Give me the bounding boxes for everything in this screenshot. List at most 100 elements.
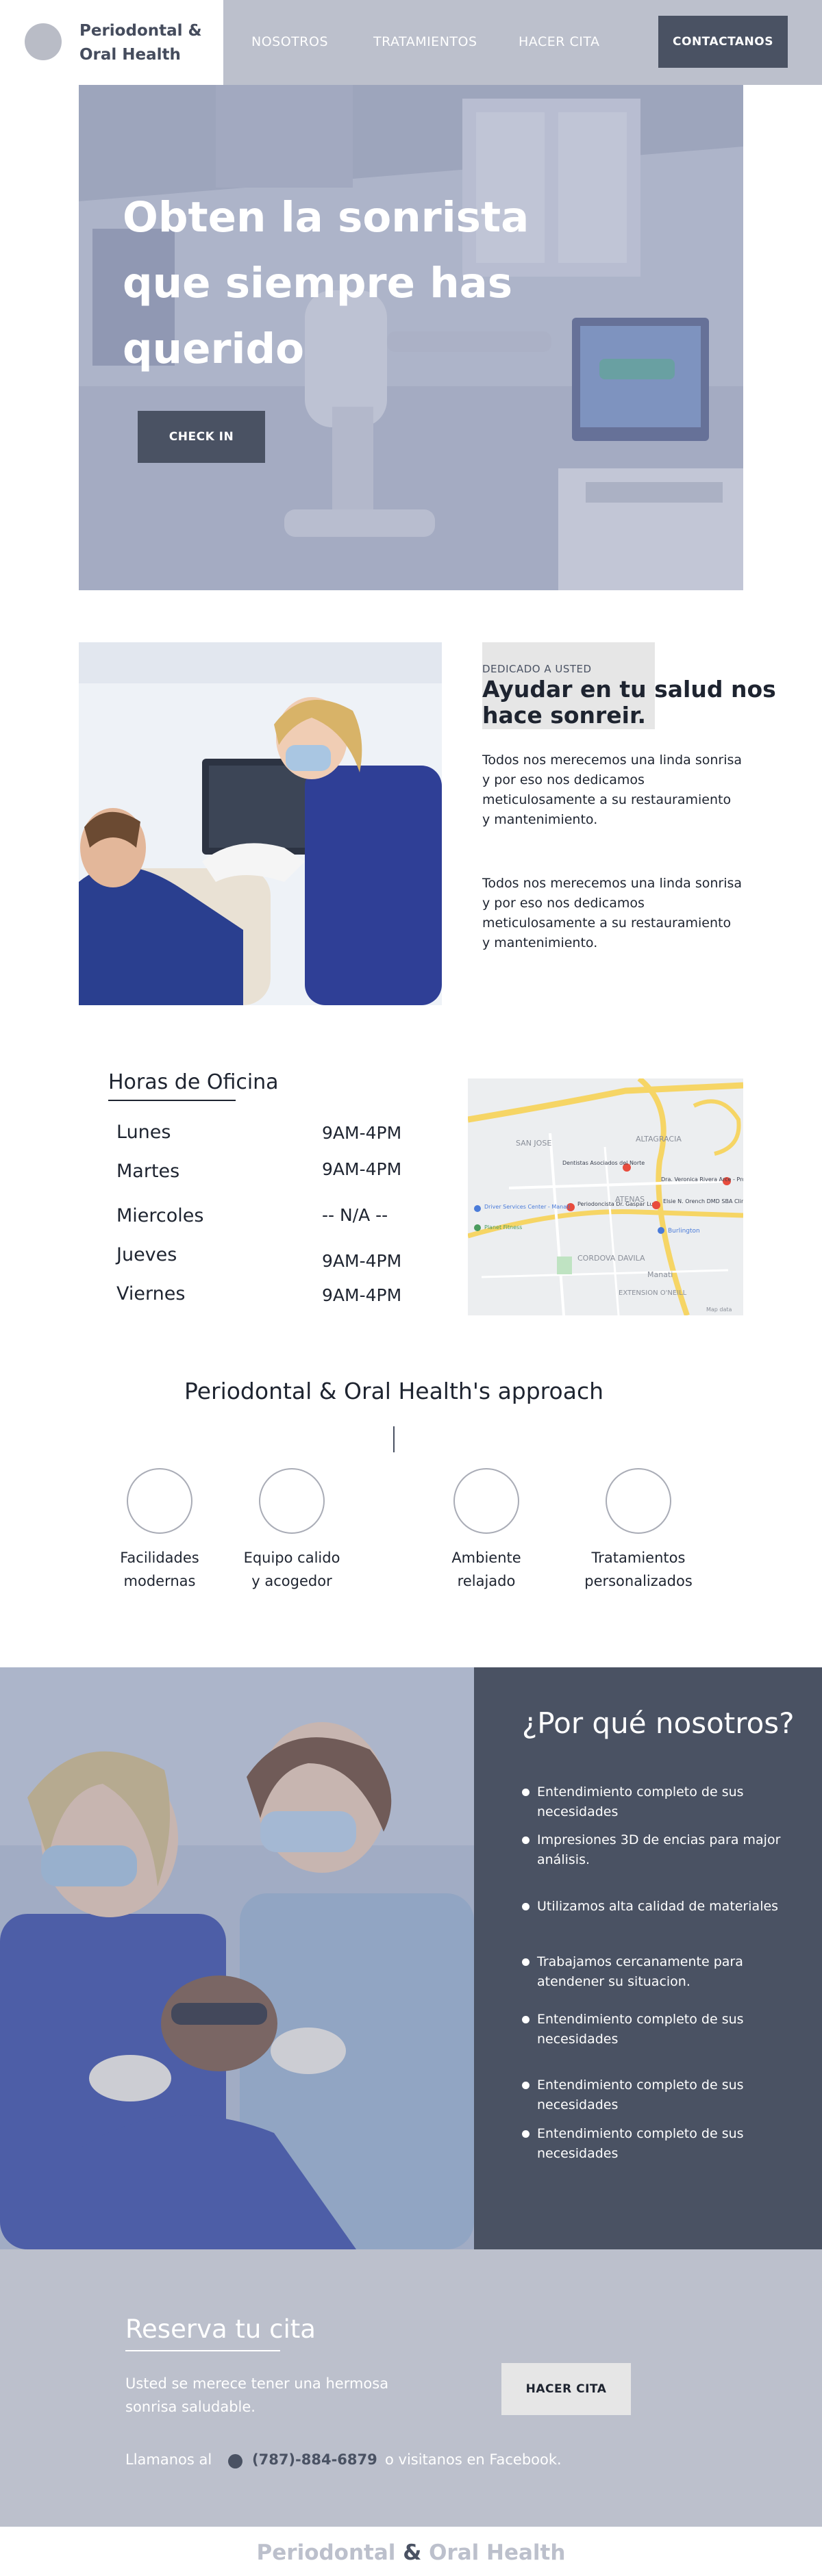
map-place-planet-fitness: Planet Fitness — [484, 1224, 522, 1230]
feature-label-team: Equipo calido y acogedor — [223, 1546, 360, 1593]
dedicated-paragraph-2: Todos nos merecemos una linda sonrisa y … — [482, 876, 743, 950]
time-tuesday: 9AM-4PM — [322, 1159, 402, 1179]
time-monday: 9AM-4PM — [322, 1123, 402, 1143]
footer-brand[interactable]: Periodontal & Oral Health — [0, 2540, 822, 2565]
time-friday: 9AM-4PM — [322, 1285, 402, 1305]
map-label-san-jose: SAN JOSE — [516, 1139, 551, 1148]
feature-icon-ambience — [453, 1468, 519, 1534]
dedicated-title: Ayudar en tu salud nos hace sonreir. — [482, 676, 776, 729]
footer-brand-right: Oral Health — [429, 2540, 566, 2565]
hours-title: Horas de Oficina — [108, 1070, 279, 1094]
map-place-dentistas: Dentistas Asociados del Norte — [562, 1160, 645, 1166]
map-pin-planet-fitness — [474, 1224, 481, 1231]
feature-label-treatments: Tratamientos personalizados — [570, 1546, 707, 1593]
feature-icon-treatments — [606, 1468, 671, 1534]
dentist-photo — [79, 642, 442, 1005]
day-friday: Viernes — [116, 1283, 186, 1304]
map-place-burlington: Burlington — [668, 1228, 700, 1235]
time-thursday: 9AM-4PM — [322, 1251, 402, 1271]
map-place-rivera: Dra. Veronica Rivera Arce - Prostodoncis… — [661, 1176, 743, 1183]
phone-number-link[interactable]: (787)-884-6879 — [252, 2451, 377, 2468]
map-label-manati: Manati — [647, 1270, 673, 1279]
map-label-extension: EXTENSION O'NEILL — [619, 1289, 687, 1297]
hero-title: Obten la sonrista que siempre has querid… — [123, 193, 530, 373]
map-label-cordova: CORDOVA DAVILA — [577, 1254, 645, 1263]
feature-label-treatments-line2: personalizados — [584, 1573, 693, 1589]
why-item-5: Entendimiento completo de sus necesidade… — [522, 2010, 796, 2049]
feature-label-facilities-line2: modernas — [123, 1573, 196, 1589]
nav-hacer-cita[interactable]: HACER CITA — [519, 34, 599, 49]
book-appointment-button[interactable]: HACER CITA — [501, 2363, 631, 2415]
footer-brand-left: Periodontal — [256, 2540, 396, 2565]
footer-brand-amp: & — [403, 2540, 422, 2565]
booking-underline — [125, 2350, 280, 2351]
feature-icon-facilities — [127, 1468, 192, 1534]
bullet-icon — [522, 1789, 530, 1796]
map-place-driver-services: Driver Services Center - Manati — [484, 1204, 570, 1210]
bullet-icon — [522, 2016, 530, 2023]
page: { "header": { "brand_name": "Periodontal… — [0, 0, 822, 2576]
contact-button[interactable]: CONTACTANOS — [658, 16, 788, 68]
why-item-5-text: Entendimiento completo de sus necesidade… — [537, 2012, 744, 2047]
why-item-4-text: Trabajamos cercanamente para atendener s… — [537, 1954, 743, 1989]
brand[interactable]: Periodontal & Oral Health — [0, 0, 223, 85]
bullet-icon — [522, 2130, 530, 2138]
location-map[interactable]: SAN JOSE ALTAGRACIA ATENAS CORDOVA DAVIL… — [468, 1078, 743, 1315]
time-wednesday: -- N/A -- — [322, 1205, 388, 1225]
feature-label-ambience-line1: Ambiente — [451, 1550, 521, 1566]
why-item-3: Utilizamos alta calidad de materiales — [522, 1897, 796, 1917]
why-item-4: Trabajamos cercanamente para atendener s… — [522, 1952, 796, 1992]
day-wednesday: Miercoles — [116, 1205, 204, 1226]
nav-nosotros[interactable]: NOSOTROS — [251, 34, 328, 49]
map-pin-burlington — [658, 1227, 664, 1234]
map-place-orench: Elsie N. Orench DMD SBA Clinica — [663, 1198, 743, 1204]
map-pin-orench — [652, 1201, 660, 1209]
nav-tratamientos[interactable]: TRATAMIENTOS — [373, 34, 477, 49]
phone-icon — [228, 2454, 242, 2468]
dedicated-paragraph-1: Todos nos merecemos una linda sonrisa y … — [482, 753, 743, 827]
map-canvas: SAN JOSE ALTAGRACIA ATENAS CORDOVA DAVIL… — [468, 1078, 743, 1315]
header: Periodontal & Oral Health NOSOTROS TRATA… — [0, 0, 822, 85]
why-us-illustration — [0, 1667, 474, 2249]
map-pin-driver-services — [474, 1205, 481, 1212]
map-attribution: Map data — [706, 1306, 732, 1313]
why-item-7-text: Entendimiento completo de sus necesidade… — [537, 2126, 744, 2161]
bullet-icon — [522, 1903, 530, 1910]
why-us-title: ¿Por qué nosotros? — [522, 1706, 795, 1740]
map-label-altagracia: ALTAGRACIA — [636, 1135, 682, 1144]
call-prefix: Llamanos al — [125, 2451, 212, 2468]
why-item-1: Entendimiento completo de sus necesidade… — [522, 1782, 796, 1822]
feature-label-treatments-line1: Tratamientos — [591, 1550, 686, 1566]
feature-icon-team — [259, 1468, 325, 1534]
map-place-periodoncista: Periodoncista Dr. Gaspar Lugo — [577, 1201, 660, 1207]
feature-label-ambience-line2: relajado — [457, 1573, 516, 1589]
approach-divider — [393, 1426, 395, 1452]
feature-label-ambience: Ambiente relajado — [418, 1546, 555, 1593]
check-in-button[interactable]: CHECK IN — [138, 411, 265, 463]
why-us-photo — [0, 1667, 474, 2249]
booking-title: Reserva tu cita — [125, 2314, 316, 2344]
brand-name: Periodontal & Oral Health — [79, 22, 202, 64]
day-monday: Lunes — [116, 1122, 171, 1143]
why-item-6: Entendimiento completo de sus necesidade… — [522, 2075, 796, 2115]
call-suffix: o visitanos en Facebook. — [385, 2451, 562, 2468]
feature-label-facilities-line1: Facilidades — [120, 1550, 199, 1566]
bullet-icon — [522, 2082, 530, 2089]
why-item-7: Entendimiento completo de sus necesidade… — [522, 2124, 796, 2164]
why-item-2-text: Impresiones 3D de encias para major anál… — [537, 1832, 781, 1867]
hero: Obten la sonrista que siempre has querid… — [79, 85, 743, 590]
day-tuesday: Martes — [116, 1161, 180, 1182]
feature-label-facilities: Facilidades modernas — [91, 1546, 228, 1593]
hours-underline — [108, 1100, 236, 1101]
dedicated-eyebrow: DEDICADO A USTED — [482, 663, 592, 675]
dentist-illustration — [79, 642, 442, 1005]
booking-text: Usted se merece tener una hermosa sonris… — [125, 2375, 389, 2415]
approach-title: Periodontal & Oral Health's approach — [184, 1378, 603, 1404]
bullet-icon — [522, 1836, 530, 1844]
day-thursday: Jueves — [116, 1244, 177, 1265]
brand-logo — [25, 23, 62, 60]
why-item-2: Impresiones 3D de encias para major anál… — [522, 1830, 796, 1870]
why-item-3-text: Utilizamos alta calidad de materiales — [537, 1899, 779, 1914]
feature-label-team-line1: Equipo calido — [243, 1550, 340, 1566]
feature-label-team-line2: y acogedor — [251, 1573, 332, 1589]
